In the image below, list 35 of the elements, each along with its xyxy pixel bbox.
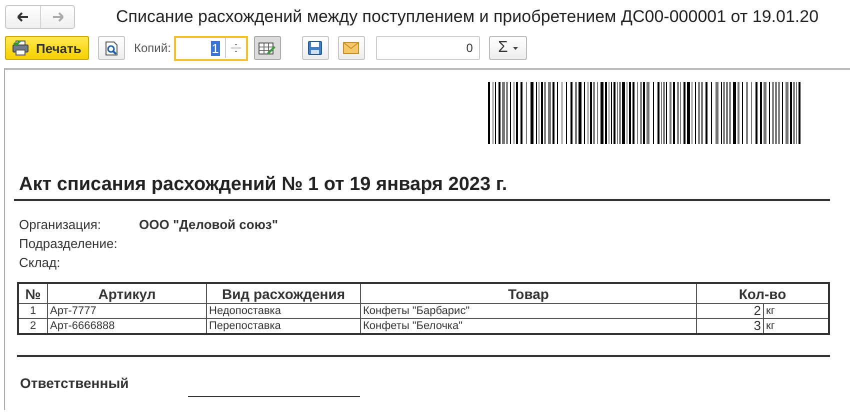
sum-button[interactable]: Σ (488, 36, 527, 60)
column-header: № (18, 283, 48, 304)
caret-icon (512, 46, 518, 50)
copies-field[interactable]: 1 (174, 36, 248, 60)
document-title: Акт списания расхождений № 1 от 19 января 2023 г. (14, 174, 830, 201)
table-cell: Недопоставка (206, 304, 360, 318)
column-header: Артикул (48, 283, 206, 304)
table-pencil-icon (258, 40, 276, 56)
field-label: Склад: (19, 255, 62, 270)
right-arrow-icon (50, 11, 64, 23)
left-arrow-icon (16, 11, 30, 23)
field-label: Организация: (19, 217, 102, 232)
magnifier-icon (104, 40, 118, 56)
window-title: Списание расхождений между поступлением и приобретением ДС00-000001 от 19.01.20 (116, 7, 819, 27)
field-value: ООО "Деловой союз" (139, 217, 278, 232)
table-cell: Конфеты "Белочка" (360, 318, 696, 334)
copies-label: Копий: (134, 41, 171, 55)
save-button[interactable] (302, 36, 329, 60)
table-cell: 2 (696, 304, 764, 318)
mail-button[interactable] (338, 36, 365, 60)
table-cell: Арт-7777 (48, 304, 206, 318)
preview-button[interactable] (98, 36, 125, 60)
table-cell: 1 (18, 304, 48, 318)
field-label: Подразделение: (19, 236, 118, 251)
edit-table-button[interactable] (254, 36, 281, 60)
column-header: Вид расхождения (206, 283, 360, 304)
table-cell: Арт-6666888 (48, 318, 206, 334)
table-cell: Конфеты "Барбарис" (360, 304, 696, 318)
printer-icon (12, 40, 30, 56)
table-cell: Перепоставка (206, 318, 360, 334)
counter-field[interactable]: 0 (376, 36, 480, 60)
column-header: Товар (360, 283, 696, 304)
signature-label: Ответственный (20, 375, 130, 391)
envelope-icon (343, 42, 360, 54)
print-button[interactable]: Печать (5, 36, 89, 60)
